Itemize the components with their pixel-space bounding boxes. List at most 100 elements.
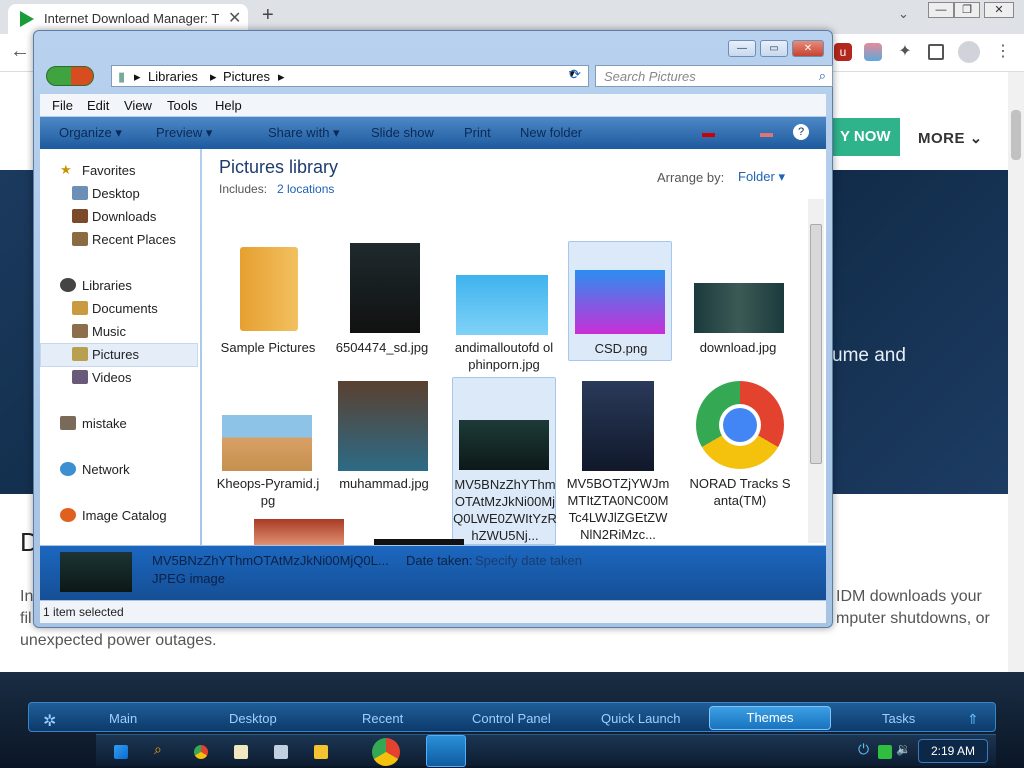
image-thumbnail bbox=[350, 243, 420, 333]
menu-edit[interactable]: Edit bbox=[87, 98, 109, 113]
paragraph-right: mputer shutdowns, or bbox=[836, 610, 990, 627]
change-view-icon[interactable]: ▬ bbox=[702, 125, 715, 140]
refresh-icon[interactable]: ⟳ bbox=[564, 66, 586, 86]
chrome-task-icon[interactable] bbox=[372, 738, 400, 766]
downloads-icon bbox=[72, 209, 88, 223]
new-tab-button[interactable]: + bbox=[262, 4, 274, 27]
monitor-icon[interactable] bbox=[274, 745, 288, 759]
details-pane: MV5BNzZhYThmOTAtMzJkNi00MjQ0L... Date ta… bbox=[40, 546, 826, 600]
locations-link[interactable]: 2 locations bbox=[277, 182, 334, 196]
clock[interactable]: 2:19 AM bbox=[918, 739, 988, 763]
breadcrumb-libraries[interactable]: Libraries bbox=[148, 69, 198, 84]
kebab-menu-icon[interactable]: ⋮ bbox=[994, 43, 1012, 61]
new-folder-button[interactable]: New folder bbox=[520, 125, 582, 140]
nav-image-catalog[interactable]: Image Catalog bbox=[82, 508, 167, 523]
launch-themes[interactable]: Themes bbox=[709, 706, 831, 730]
breadcrumb-pictures[interactable]: Pictures bbox=[223, 69, 270, 84]
library-title: Pictures library bbox=[219, 157, 339, 177]
launch-recent[interactable]: Recent bbox=[362, 711, 403, 726]
nav-pictures[interactable]: Pictures bbox=[92, 347, 139, 362]
nav-mistake[interactable]: mistake bbox=[82, 416, 127, 431]
preview-pane-icon[interactable]: ▬ bbox=[760, 125, 773, 140]
menu-file[interactable]: File bbox=[52, 98, 73, 113]
file-tile[interactable]: Kheops-Pyramid.jpg bbox=[216, 377, 320, 508]
file-tile[interactable]: muhammad.jpg bbox=[320, 377, 429, 497]
launch-desktop[interactable]: Desktop bbox=[229, 711, 277, 726]
documents-icon bbox=[72, 301, 88, 315]
gear-icon[interactable]: ✲ bbox=[43, 711, 56, 731]
chrome-icon[interactable] bbox=[194, 745, 208, 759]
file-tile[interactable]: download.jpg bbox=[680, 241, 784, 361]
pictures-icon bbox=[72, 347, 88, 361]
slide-show-button[interactable]: Slide show bbox=[371, 125, 434, 140]
extension-icon[interactable] bbox=[864, 43, 882, 61]
file-tile[interactable]: MV5BNzZhYThmOTAtMzJkNi00MjQ0LWE0ZWItYzRh… bbox=[452, 377, 557, 545]
menu-tools[interactable]: Tools bbox=[167, 98, 197, 113]
nav-favorites[interactable]: Favorites bbox=[82, 163, 135, 178]
file-tile[interactable]: MV5BOTZjYWJmMTItZTA0NC00MTc4LWJlZGEtZWNl… bbox=[566, 377, 670, 542]
preview-button[interactable]: Preview ▾ bbox=[156, 125, 212, 141]
nav-music[interactable]: Music bbox=[92, 324, 126, 339]
menu-help[interactable]: Help bbox=[215, 98, 242, 113]
explorer-maximize-icon[interactable]: ▭ bbox=[760, 40, 788, 57]
buy-now-button[interactable]: Y NOW bbox=[826, 118, 900, 156]
volume-icon[interactable]: 🔉 bbox=[896, 742, 911, 756]
network-status-icon[interactable] bbox=[878, 745, 892, 759]
file-tile[interactable]: Sample Pictures bbox=[216, 241, 320, 361]
file-tile[interactable]: CSD.png bbox=[568, 241, 672, 361]
launch-control-panel[interactable]: Control Panel bbox=[472, 711, 551, 726]
share-with-button[interactable]: Share with ▾ bbox=[268, 125, 340, 141]
nav-downloads[interactable]: Downloads bbox=[92, 209, 156, 224]
help-icon[interactable]: ? bbox=[793, 124, 809, 140]
nav-network[interactable]: Network bbox=[82, 462, 130, 477]
search-icon[interactable]: ⌕ bbox=[154, 741, 168, 757]
tab-search-icon[interactable]: ⌄ bbox=[898, 6, 909, 22]
close-icon[interactable]: ✕ bbox=[984, 2, 1014, 18]
file-tile[interactable]: andimalloutofd olphinporn.jpg bbox=[438, 241, 553, 372]
print-button[interactable]: Print bbox=[464, 125, 491, 140]
menu-view[interactable]: View bbox=[124, 98, 152, 113]
file-list-scroll-thumb[interactable] bbox=[810, 224, 822, 464]
paragraph-left: In bbox=[20, 588, 34, 605]
explorer-close-icon[interactable]: ✕ bbox=[792, 40, 824, 57]
nav-videos[interactable]: Videos bbox=[92, 370, 132, 385]
breadcrumb-arrow-icon[interactable]: ▸ bbox=[210, 69, 217, 85]
puzzle-icon[interactable]: ✦ bbox=[896, 43, 914, 61]
organize-button[interactable]: Organize ▾ bbox=[59, 125, 122, 141]
power-icon[interactable]: ⏻ bbox=[858, 741, 872, 757]
breadcrumb-arrow-icon[interactable]: ▸ bbox=[278, 69, 285, 85]
ublock-icon[interactable]: u bbox=[834, 43, 852, 61]
minimize-icon[interactable]: — bbox=[928, 2, 954, 18]
pin-up-icon[interactable]: ⇑ bbox=[967, 711, 979, 728]
forward-button[interactable] bbox=[71, 67, 93, 85]
breadcrumb-arrow-icon[interactable]: ▸ bbox=[134, 69, 141, 85]
page-scroll-thumb[interactable] bbox=[1011, 110, 1021, 160]
search-icon[interactable]: ⌕ bbox=[819, 68, 826, 84]
details-date-value[interactable]: Specify date taken bbox=[475, 553, 582, 568]
back-button[interactable] bbox=[46, 66, 94, 86]
file-tile[interactable]: NORAD Tracks Santa(TM) bbox=[688, 377, 792, 508]
arrange-by-dropdown[interactable]: Folder ▾ bbox=[738, 169, 785, 185]
book-icon[interactable] bbox=[234, 745, 248, 759]
nav-recent-places[interactable]: Recent Places bbox=[92, 232, 176, 247]
search-input[interactable]: Search Pictures ⌕ bbox=[595, 65, 833, 87]
page-scrollbar[interactable] bbox=[1008, 72, 1024, 672]
launch-quick-launch[interactable]: Quick Launch bbox=[601, 711, 681, 726]
explorer-task-icon[interactable] bbox=[426, 735, 466, 767]
folder-icon[interactable] bbox=[314, 745, 328, 759]
nav-documents[interactable]: Documents bbox=[92, 301, 158, 316]
address-bar[interactable]: ▮ ▸ Libraries ▸ Pictures ▸ ▼ bbox=[111, 65, 589, 87]
launch-main[interactable]: Main bbox=[109, 711, 137, 726]
file-tile[interactable]: 6504474_sd.jpg bbox=[330, 241, 434, 361]
nav-desktop[interactable]: Desktop bbox=[92, 186, 140, 201]
start-windows-icon[interactable] bbox=[114, 745, 128, 759]
back-icon[interactable]: ← bbox=[10, 40, 30, 63]
restore-icon[interactable]: ❐ bbox=[954, 2, 980, 18]
avatar[interactable] bbox=[958, 41, 980, 63]
more-menu[interactable]: MORE ⌄ bbox=[918, 129, 983, 147]
tab-close-icon[interactable]: ✕ bbox=[228, 8, 241, 28]
explorer-minimize-icon[interactable]: — bbox=[728, 40, 756, 57]
nav-libraries[interactable]: Libraries bbox=[82, 278, 132, 293]
side-panel-icon[interactable] bbox=[928, 44, 944, 60]
launch-tasks[interactable]: Tasks bbox=[882, 711, 915, 726]
